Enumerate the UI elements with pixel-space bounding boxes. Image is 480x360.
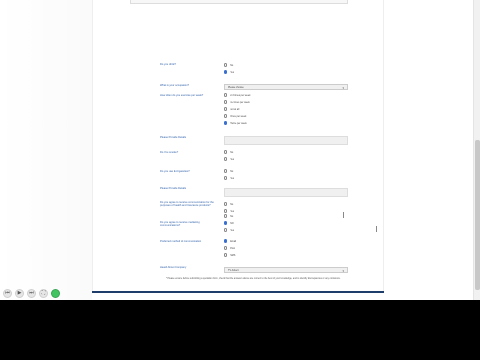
radio-button[interactable] xyxy=(224,70,228,74)
radio-button[interactable] xyxy=(224,246,228,250)
radio-button[interactable] xyxy=(224,107,228,111)
radio-button[interactable] xyxy=(224,157,228,161)
radio-button[interactable] xyxy=(224,214,228,218)
radio-option[interactable]: Post xyxy=(224,246,235,250)
radio-button[interactable] xyxy=(224,253,228,257)
option-label: Once per week xyxy=(230,114,247,118)
question-label: Please Provide Details xyxy=(160,136,187,139)
radio-button[interactable] xyxy=(224,63,228,67)
radio-option[interactable]: Yes xyxy=(224,176,234,180)
details-textarea[interactable] xyxy=(224,188,348,197)
question-label: What is your occupation? xyxy=(160,84,190,87)
page-background-left xyxy=(0,0,92,300)
radio-button[interactable] xyxy=(224,114,228,118)
option-label: 2-3 times per week xyxy=(230,93,251,97)
radio-option[interactable]: No xyxy=(224,150,233,154)
question-label: Do you agree to receive marketing commun… xyxy=(160,221,200,228)
radio-button[interactable] xyxy=(224,209,228,213)
go-icon[interactable] xyxy=(51,288,60,298)
heard-about-select[interactable]: TV Advert ▾ xyxy=(224,267,348,273)
radio-option[interactable]: No xyxy=(224,63,233,67)
page-scrollbar[interactable] xyxy=(473,0,480,300)
radio-button[interactable] xyxy=(224,100,228,104)
next-icon[interactable]: ⏭ xyxy=(27,288,36,298)
form-card xyxy=(92,0,384,292)
play-icon[interactable]: ▶ xyxy=(15,288,24,298)
radio-button[interactable] xyxy=(224,150,228,154)
radio-option[interactable]: NO xyxy=(224,221,234,225)
radio-option[interactable]: No xyxy=(224,214,233,218)
radio-option[interactable]: Yes xyxy=(224,209,234,213)
question-label: Heard About Company xyxy=(160,266,187,269)
option-label: No xyxy=(230,214,234,218)
question-label: How often do you exercise per week? xyxy=(160,94,204,97)
option-label: No xyxy=(230,150,234,154)
text-cursor-icon xyxy=(343,212,346,218)
option-label: not at all xyxy=(230,107,240,111)
radio-option[interactable]: No xyxy=(224,169,233,173)
option-label: Yes xyxy=(230,228,235,232)
question-label: Do you drink? xyxy=(160,63,177,66)
radio-option[interactable]: 4+ times per week xyxy=(224,100,250,104)
option-label: Yes xyxy=(230,176,235,180)
option-label: Post xyxy=(230,246,235,250)
radio-button[interactable] xyxy=(224,221,228,225)
scrollbar-thumb[interactable] xyxy=(475,140,480,290)
chevron-down-icon: ▾ xyxy=(342,269,344,273)
radio-option[interactable]: Twice per week xyxy=(224,121,247,125)
radio-option[interactable]: Once per week xyxy=(224,114,246,118)
radio-option[interactable]: Email xyxy=(224,239,236,243)
radio-button[interactable] xyxy=(224,239,228,243)
radio-button[interactable] xyxy=(224,176,228,180)
radio-button[interactable] xyxy=(224,169,228,173)
previous-icon[interactable]: ⏮ xyxy=(3,288,12,298)
question-label: Do You smoke? xyxy=(160,151,179,154)
question-label: Do you agree to receive communication fo… xyxy=(160,201,214,208)
option-label: Twice per week xyxy=(230,121,247,125)
radio-option[interactable]: Yes xyxy=(224,70,234,74)
option-label: NO xyxy=(230,221,234,225)
radio-button[interactable] xyxy=(224,228,228,232)
radio-option[interactable]: Yes xyxy=(224,157,234,161)
radio-option[interactable]: SMS xyxy=(224,253,235,257)
top-partial-field[interactable] xyxy=(130,0,348,4)
select-value: Please choose xyxy=(228,86,244,89)
question-label: Preferred method of communication xyxy=(160,240,202,243)
option-label: 4+ times per week xyxy=(230,100,250,104)
option-label: Yes xyxy=(230,209,235,213)
fullscreen-icon[interactable]: ⛶ xyxy=(39,288,48,298)
radio-button[interactable] xyxy=(224,93,228,97)
chevron-down-icon: ▾ xyxy=(342,86,344,90)
option-label: Email xyxy=(230,239,237,243)
radio-option[interactable]: Yes xyxy=(224,228,234,232)
radio-button[interactable] xyxy=(224,202,228,206)
option-label: Yes xyxy=(230,157,235,161)
radio-option[interactable]: 2-3 times per week xyxy=(224,93,250,97)
video-controls: ⏮ ▶ ⏭ ⛶ xyxy=(0,286,60,300)
disclaimer-note: * Please ensure before submitting a quot… xyxy=(166,278,341,280)
page-background-right xyxy=(384,0,480,300)
occupation-select[interactable]: Please choose ▾ xyxy=(224,84,348,90)
select-value: TV Advert xyxy=(228,269,239,272)
radio-option[interactable]: No xyxy=(224,202,233,206)
option-label: No xyxy=(230,169,234,173)
option-label: No xyxy=(230,63,234,67)
form-footer-rule xyxy=(92,291,384,293)
browser-viewport: Do you drink? No Yes What is your occupa… xyxy=(0,0,480,300)
question-label: Do you use E-Cigarettes? xyxy=(160,170,190,173)
radio-button[interactable] xyxy=(224,121,228,125)
option-label: No xyxy=(230,202,234,206)
option-label: Yes xyxy=(230,70,235,74)
details-textarea[interactable] xyxy=(224,136,348,145)
question-label: Please Provide Details xyxy=(160,187,187,190)
radio-option[interactable]: not at all xyxy=(224,107,239,111)
mouse-cursor-icon xyxy=(376,226,379,232)
option-label: SMS xyxy=(230,253,236,257)
